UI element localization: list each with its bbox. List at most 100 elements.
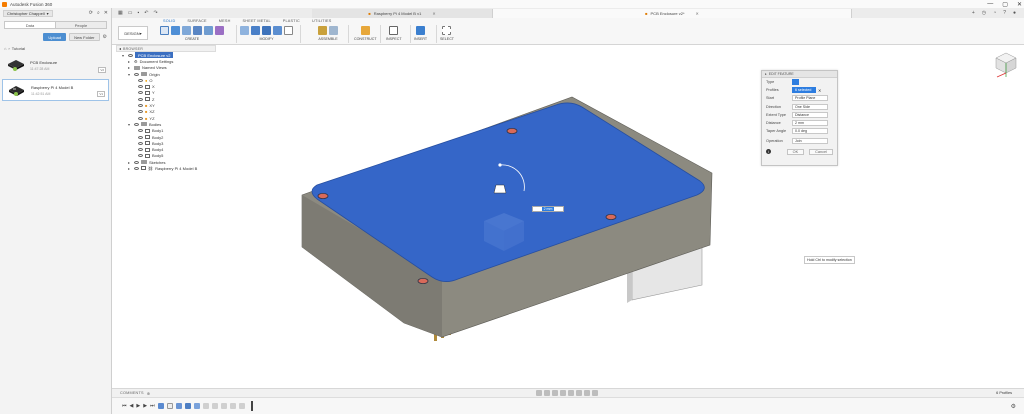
visibility-eye-icon[interactable] — [128, 53, 133, 57]
maximize-button[interactable]: ▢ — [1002, 1, 1008, 8]
extrude-icon[interactable] — [182, 26, 191, 35]
chevron-right-icon[interactable]: ▸ — [128, 160, 132, 165]
create-menu[interactable]: CREATE — [185, 37, 199, 41]
refresh-icon[interactable]: ⟳ — [89, 10, 93, 16]
step-forward-icon[interactable]: ▶ — [143, 403, 147, 409]
tab-plastic[interactable]: PLASTIC — [277, 19, 306, 23]
insert-image-icon[interactable] — [416, 26, 426, 35]
offset-plane-icon[interactable] — [360, 26, 370, 35]
pan-icon[interactable] — [552, 390, 558, 396]
zoom-icon[interactable] — [560, 390, 566, 396]
visibility-eye-icon[interactable] — [138, 154, 143, 158]
timeline-feature-icon[interactable] — [157, 403, 164, 409]
fillet-icon[interactable] — [251, 26, 260, 35]
timeline-feature-icon[interactable] — [220, 403, 227, 409]
tab-data[interactable]: Data — [5, 22, 55, 28]
info-icon[interactable]: i — [766, 149, 771, 154]
visibility-eye-icon[interactable] — [138, 116, 143, 120]
breadcrumb-folder[interactable]: Tutorial — [12, 46, 25, 51]
new-component-icon[interactable] — [160, 26, 169, 35]
notifications-icon[interactable]: ◔ — [993, 10, 996, 16]
chevron-down-icon[interactable]: ▾ — [122, 53, 126, 58]
pcb-enclosure-model[interactable] — [112, 45, 1024, 388]
settings-icon[interactable]: ⚙ — [103, 33, 107, 41]
add-tab-icon[interactable]: + — [972, 10, 975, 16]
chevron-right-icon[interactable]: ▸ — [128, 65, 132, 70]
form-icon[interactable] — [215, 26, 224, 35]
gear-icon[interactable]: ⚙ — [1011, 403, 1016, 410]
assemble-menu[interactable]: ASSEMBLE — [318, 37, 337, 41]
chevron-down-icon[interactable]: ▾ — [128, 122, 132, 127]
dialog-collapse-icon[interactable]: ▸ — [765, 72, 767, 76]
taper-angle-field[interactable]: 0.0 deg — [792, 128, 828, 135]
viewport[interactable]: ◂ BROWSER ▾ PCB Enclosure v2 ▸ ⚙ Documen… — [112, 45, 1024, 388]
construct-menu[interactable]: CONSTRUCT — [354, 37, 377, 41]
tab-sheet-metal[interactable]: SHEET METAL — [237, 19, 277, 23]
select-icon[interactable] — [442, 26, 452, 35]
sketch-icon[interactable] — [171, 26, 180, 35]
modify-menu[interactable]: MODIFY — [260, 37, 274, 41]
joint-icon[interactable] — [318, 26, 327, 35]
chevron-right-icon[interactable]: ▸ — [128, 59, 132, 64]
play-icon[interactable]: ▶ — [136, 403, 140, 409]
visibility-eye-icon[interactable] — [138, 85, 143, 89]
tab-surface[interactable]: SURFACE — [181, 19, 212, 23]
chevron-down-icon[interactable]: ▾ — [128, 72, 132, 77]
grid-menu-icon[interactable]: ▦ — [118, 10, 123, 16]
extrude-type-icon[interactable] — [792, 79, 799, 86]
timeline-feature-icon[interactable] — [238, 403, 245, 409]
extensions-icon[interactable]: ◷ — [982, 10, 986, 16]
go-to-end-icon[interactable]: ⏭ — [150, 403, 155, 409]
ok-button[interactable]: OK — [786, 148, 805, 155]
visibility-eye-icon[interactable] — [138, 129, 143, 133]
visibility-eye-icon[interactable] — [138, 141, 143, 145]
shell-icon[interactable] — [273, 26, 282, 35]
distance-field[interactable]: 2 mm — [792, 120, 828, 127]
tab-mesh[interactable]: MESH — [213, 19, 237, 23]
visibility-eye-icon[interactable] — [138, 110, 143, 114]
distance-input[interactable]: 2 mm — [532, 206, 564, 212]
close-window-button[interactable]: ✕ — [1017, 1, 1022, 8]
operation-select[interactable]: Join — [792, 138, 828, 145]
visibility-eye-icon[interactable] — [138, 78, 143, 82]
redo-icon[interactable]: ↷ — [153, 10, 157, 16]
upload-button[interactable]: Upload — [43, 33, 67, 41]
grid-settings-icon[interactable] — [584, 390, 590, 396]
visibility-eye-icon[interactable] — [138, 148, 143, 152]
chamfer-icon[interactable] — [262, 26, 271, 35]
tab-utilities[interactable]: UTILITIES — [306, 19, 338, 23]
browser-item[interactable]: ▸ ⛓ Raspberry Pi 4 Model B — [116, 165, 226, 171]
visibility-eye-icon[interactable] — [138, 91, 143, 95]
fit-icon[interactable] — [568, 390, 574, 396]
list-item[interactable]: PCB Enclosure 11:47:28 AM V2 — [2, 54, 109, 76]
timeline-feature-icon[interactable] — [175, 403, 182, 409]
tab-raspberry-pi[interactable]: ■ Raspberry Pi 4 Model B v1 ✕ — [312, 8, 492, 18]
visibility-eye-icon[interactable] — [134, 122, 139, 126]
tab-people[interactable]: People — [55, 22, 106, 28]
timeline-marker[interactable] — [250, 401, 253, 411]
inspect-menu[interactable]: INSPECT — [386, 37, 402, 41]
as-built-joint-icon[interactable] — [329, 26, 338, 35]
viewcube[interactable] — [994, 49, 1018, 79]
workspace-switcher[interactable]: DESIGN ▾ — [118, 26, 148, 40]
timeline-feature-icon[interactable] — [193, 403, 200, 409]
user-dropdown[interactable]: Christopher Chappell ▾ — [3, 9, 53, 17]
visibility-eye-icon[interactable] — [138, 104, 143, 108]
viewports-icon[interactable] — [592, 390, 598, 396]
insert-menu[interactable]: INSERT — [414, 37, 427, 41]
display-settings-icon[interactable] — [576, 390, 582, 396]
step-back-icon[interactable]: ◀ — [130, 403, 134, 409]
direction-select[interactable]: One Side — [792, 103, 828, 110]
hole-icon[interactable] — [204, 26, 213, 35]
tab-solid[interactable]: SOLID — [157, 19, 181, 23]
go-to-start-icon[interactable]: ⏮ — [122, 403, 127, 409]
browser-header[interactable]: ◂ BROWSER — [116, 45, 216, 52]
revolve-icon[interactable] — [193, 26, 202, 35]
orbit-icon[interactable] — [536, 390, 542, 396]
close-panel-icon[interactable]: ✕ — [104, 10, 108, 16]
visibility-eye-icon[interactable] — [134, 166, 139, 170]
list-item[interactable]: Raspberry Pi 4 Model B 11:42:51 AM V1 — [2, 79, 109, 101]
extent-type-select[interactable]: Distance — [792, 111, 828, 118]
new-folder-button[interactable]: New Folder — [69, 33, 100, 41]
timeline-feature-icon[interactable] — [166, 403, 173, 409]
